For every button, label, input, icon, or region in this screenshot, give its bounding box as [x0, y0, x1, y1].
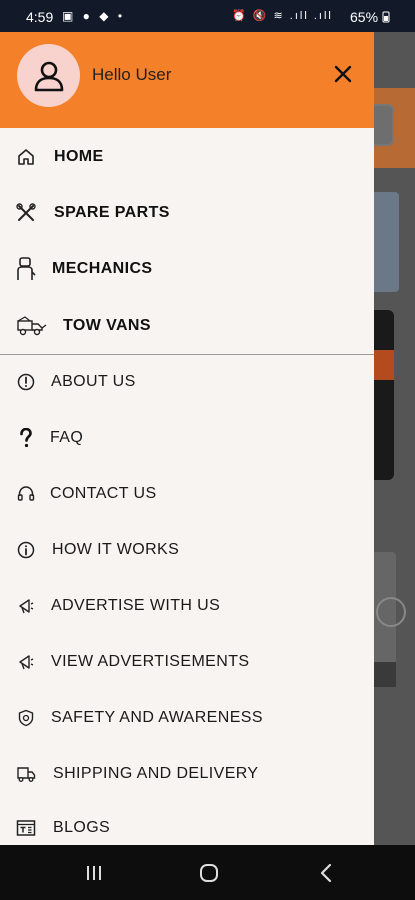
- home-nav-icon: [200, 864, 218, 882]
- headset-icon: [14, 482, 38, 506]
- info-icon: [14, 370, 38, 394]
- close-icon: [334, 65, 352, 83]
- megaphone-icon: [14, 594, 38, 618]
- menu-item-about-us[interactable]: ABOUT US: [0, 356, 374, 408]
- bg-search-box: [374, 104, 394, 146]
- menu-item-shipping-and-delivery[interactable]: SHIPPING AND DELIVERY: [0, 748, 374, 800]
- back-icon: [320, 863, 332, 883]
- status-time: 4:59: [26, 9, 54, 25]
- menu-item-contact-us[interactable]: CONTACT US: [0, 468, 374, 520]
- battery-level: 65%: [350, 9, 390, 25]
- menu-item-label: BLOGS: [53, 819, 111, 836]
- recent-apps-button[interactable]: [82, 863, 106, 883]
- system-icons: ⏰ 🔇 ≋ .ıll .ıll: [232, 10, 333, 22]
- battery-icon: [382, 11, 390, 23]
- menu-item-label: ADVERTISE WITH US: [51, 597, 221, 614]
- menu-item-home[interactable]: HOME: [0, 131, 374, 183]
- notification-icons: ▣ ● ◆ •: [62, 9, 126, 23]
- shield-icon: [14, 706, 38, 730]
- tow-truck-icon: [16, 314, 48, 338]
- bg-carousel-arrow: [376, 597, 406, 627]
- menu-item-view-advertisements[interactable]: VIEW ADVERTISEMENTS: [0, 636, 374, 688]
- menu-item-label: FAQ: [50, 429, 84, 446]
- drawer-header: Hello User: [0, 32, 374, 128]
- mechanic-icon: [14, 257, 38, 281]
- user-icon: [34, 61, 63, 91]
- greeting-text: Hello User: [92, 65, 172, 84]
- menu-item-label: TOW VANS: [63, 317, 151, 334]
- menu-item-advertise-with-us[interactable]: ADVERTISE WITH US: [0, 580, 374, 632]
- menu-item-label: VIEW ADVERTISEMENTS: [51, 653, 250, 670]
- tools-icon: [14, 201, 38, 225]
- question-icon: [14, 426, 38, 450]
- navigation-drawer: Hello User HOME SPARE PARTS MECHANICS TO…: [0, 32, 374, 845]
- menu-item-label: ABOUT US: [51, 373, 136, 390]
- back-button[interactable]: [314, 863, 338, 883]
- menu-item-tow-vans[interactable]: TOW VANS: [0, 300, 374, 352]
- menu-item-label: SHIPPING AND DELIVERY: [53, 765, 259, 782]
- menu-item-label: SPARE PARTS: [54, 204, 170, 221]
- menu-item-mechanics[interactable]: MECHANICS: [0, 243, 374, 295]
- delivery-truck-icon: [14, 762, 38, 786]
- background-app-scrim[interactable]: [374, 32, 415, 845]
- menu-item-blogs[interactable]: BLOGS: [0, 802, 374, 845]
- close-button[interactable]: [329, 60, 357, 88]
- home-nav-button[interactable]: [197, 863, 221, 883]
- status-bar: 4:59 ▣ ● ◆ • ⏰ 🔇 ≋ .ıll .ıll 65%: [0, 0, 415, 32]
- bg-banner: [374, 310, 394, 480]
- bg-card: [374, 192, 399, 292]
- menu-item-faq[interactable]: FAQ: [0, 412, 374, 464]
- menu-item-label: HOW IT WORKS: [52, 541, 180, 558]
- menu-item-label: SAFETY AND AWARENESS: [51, 709, 263, 726]
- megaphone-icon: [14, 650, 38, 674]
- menu-item-safety-and-awareness[interactable]: SAFETY AND AWARENESS: [0, 692, 374, 744]
- info-circle-icon: [14, 538, 38, 562]
- menu-item-how-it-works[interactable]: HOW IT WORKS: [0, 524, 374, 576]
- menu-item-spare-parts[interactable]: SPARE PARTS: [0, 187, 374, 239]
- blog-icon: [14, 816, 38, 840]
- menu-divider: [0, 354, 374, 355]
- menu-item-label: MECHANICS: [52, 260, 153, 277]
- avatar[interactable]: [17, 44, 80, 107]
- home-icon: [14, 145, 38, 169]
- system-nav-bar: [0, 845, 415, 900]
- recent-apps-icon: [87, 866, 101, 880]
- menu-item-label: HOME: [54, 148, 104, 165]
- menu-item-label: CONTACT US: [50, 485, 157, 502]
